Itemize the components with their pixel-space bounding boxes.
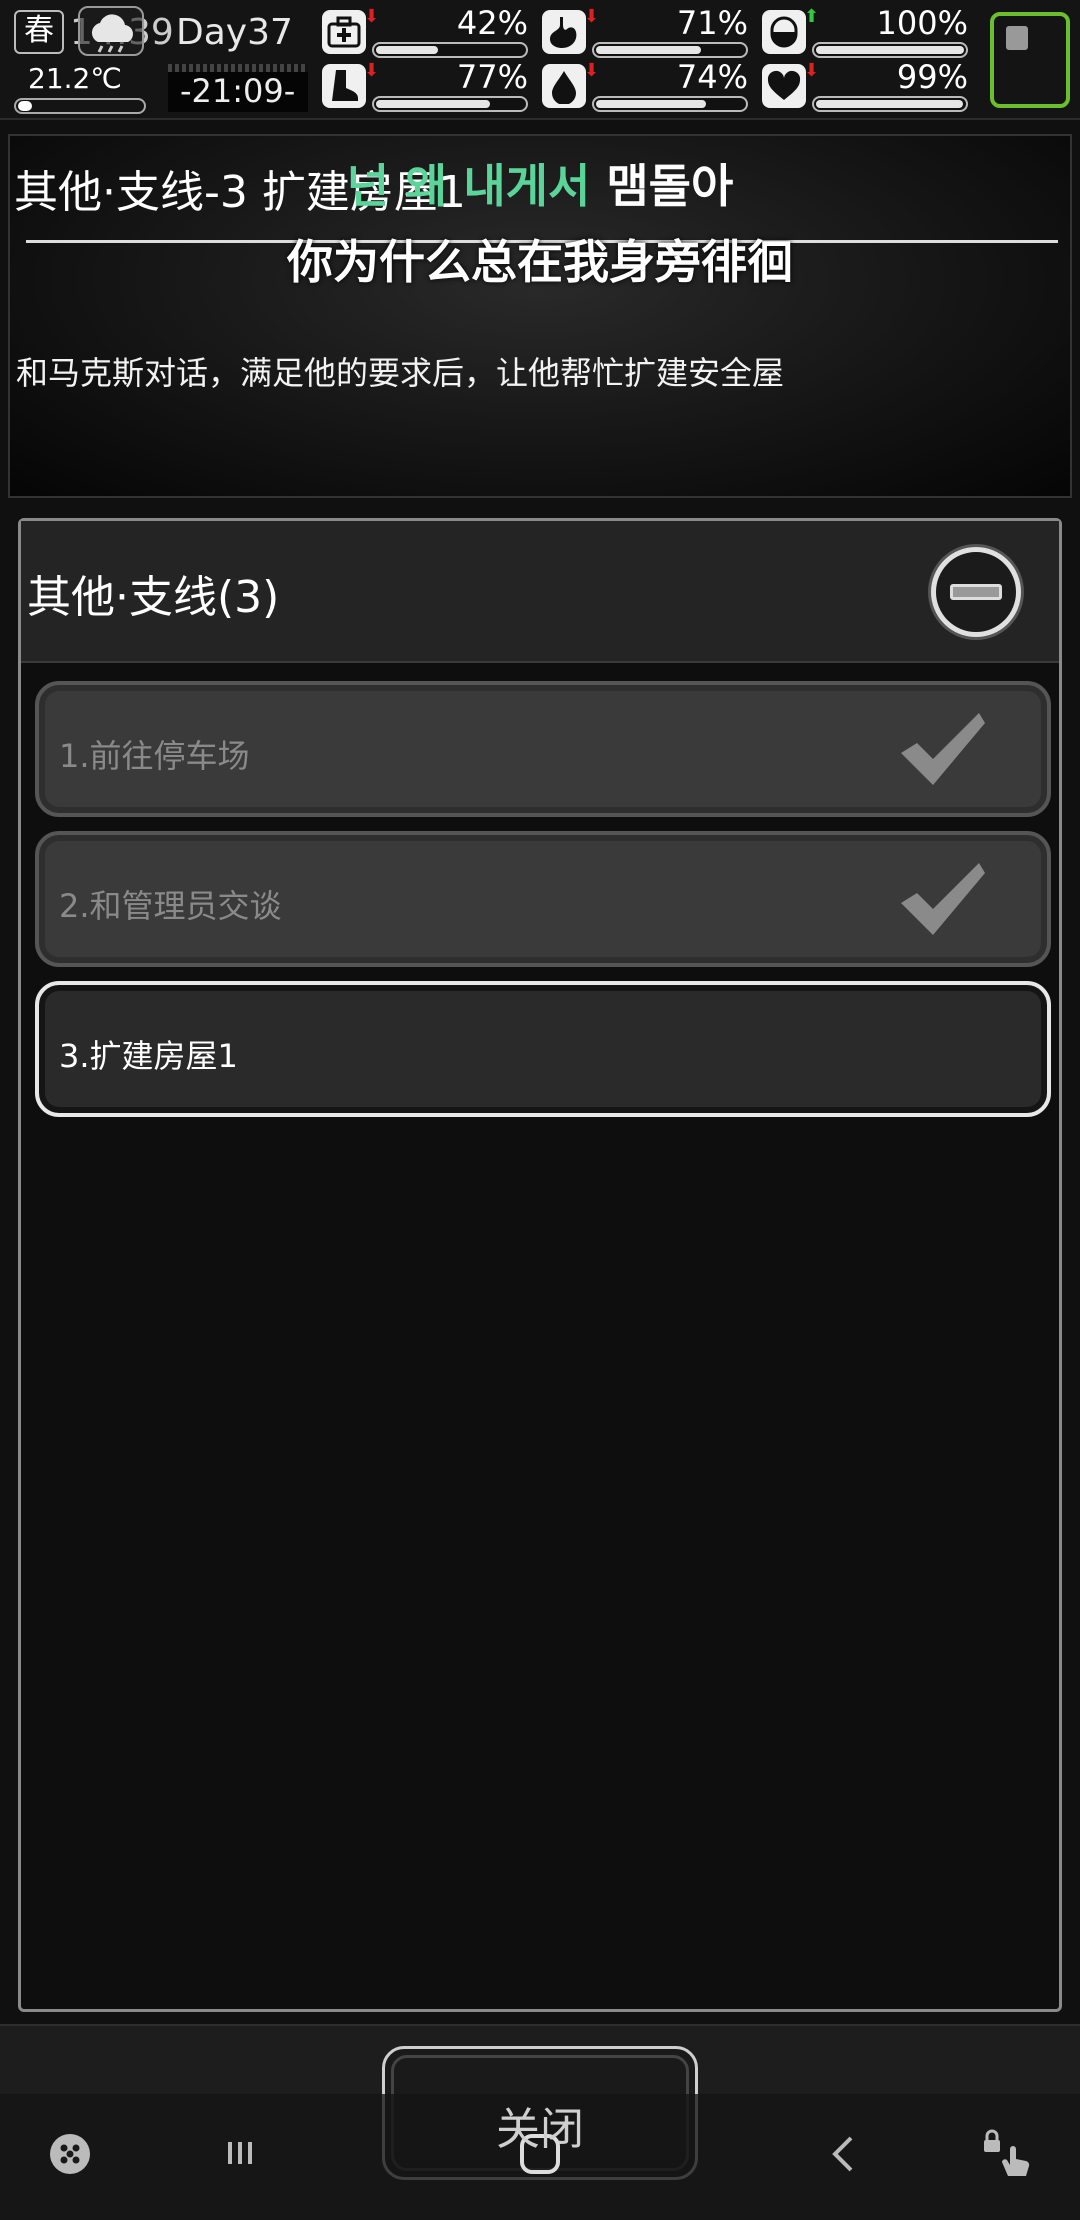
trend-down-icon: ⬇: [804, 60, 820, 81]
trend-down-icon: ⬇: [364, 6, 380, 27]
stomach-icon: [542, 10, 586, 54]
stat-thirst: ⬇ 74%: [542, 58, 748, 114]
checkmark-icon: [901, 713, 985, 785]
stat-bar: [592, 96, 748, 112]
touch-lock-icon[interactable]: [980, 2124, 1040, 2184]
stat-hunger: ⬇ 71%: [542, 4, 748, 60]
trend-up-icon: ⬆: [804, 6, 820, 27]
stat-health: ⬇ 42%: [322, 4, 528, 60]
stat-bar: [372, 96, 528, 112]
stat-stamina: ⬇ 77%: [322, 58, 528, 114]
stat-percent: 100%: [876, 4, 968, 42]
stat-mood: ⬆ 100%: [762, 4, 968, 60]
quest-group-header[interactable]: 其他·支线(3): [21, 521, 1059, 663]
task-item-completed[interactable]: 1.前往停车场: [35, 681, 1051, 817]
task-item-active[interactable]: 3.扩建房屋1: [35, 981, 1051, 1117]
countdown: -21:09-: [180, 72, 296, 110]
heart-icon: [762, 64, 806, 108]
quest-list-panel: 其他·支线(3) 1.前往停车场 2.和管理员交谈 3.扩建房屋1: [18, 518, 1062, 2012]
stat-bar: [372, 42, 528, 58]
stat-bar: [812, 42, 968, 58]
trend-down-icon: ⬇: [364, 60, 380, 81]
lyric-rest: 맴돌아: [590, 159, 734, 213]
stat-percent: 71%: [676, 4, 748, 42]
task-label: 1.前往停车场: [59, 737, 250, 775]
game-icon[interactable]: [40, 2124, 100, 2184]
back-icon[interactable]: [815, 2124, 875, 2184]
temperature: 21.2℃: [28, 62, 122, 95]
collapse-button[interactable]: [931, 547, 1021, 637]
day-counter: Day37: [176, 12, 293, 53]
trend-down-icon: ⬇: [584, 6, 600, 27]
stat-percent: 77%: [456, 58, 528, 96]
lyric-highlight: 넌 왜 내게서: [346, 159, 591, 213]
task-label: 3.扩建房屋1: [59, 1037, 238, 1075]
task-item-completed[interactable]: 2.和管理员交谈: [35, 831, 1051, 967]
minus-icon: [950, 584, 1002, 600]
medkit-icon: [322, 10, 366, 54]
lyric-subtitle-korean: 넌 왜 내게서 맴돌아: [0, 150, 1080, 216]
task-label: 2.和管理员交谈: [59, 887, 282, 925]
stat-bar: [592, 42, 748, 58]
water-drop-icon: [542, 64, 586, 108]
stat-percent: 74%: [676, 58, 748, 96]
stat-percent: 42%: [456, 4, 528, 42]
stat-percent: 99%: [896, 58, 968, 96]
status-bar: 春 14:39 Day37 21.2℃ -21:09- ⬇ 42% ⬇ 71%: [0, 0, 1080, 120]
season-badge: 春: [14, 10, 64, 54]
checkmark-icon: [901, 863, 985, 935]
battery-icon: [990, 12, 1070, 108]
weather-icon: [78, 6, 144, 56]
foot-icon: [322, 64, 366, 108]
quest-description: 和马克斯对话，满足他的要求后，让他帮忙扩建安全屋: [16, 354, 785, 392]
close-button-label: 关闭: [496, 2104, 584, 2155]
pill-icon: [762, 10, 806, 54]
quest-group-title: 其他·支线(3): [27, 572, 280, 623]
time-weather-block: 春 14:39 Day37 21.2℃ -21:09-: [8, 4, 308, 114]
lyric-subtitle-chinese: 你为什么总在我身旁徘徊: [287, 235, 793, 289]
thermometer-icon: [14, 98, 146, 114]
stat-bar: [812, 96, 968, 112]
recent-apps-icon[interactable]: [210, 2124, 270, 2184]
stat-heart: ⬇ 99%: [762, 58, 968, 114]
trend-down-icon: ⬇: [584, 60, 600, 81]
